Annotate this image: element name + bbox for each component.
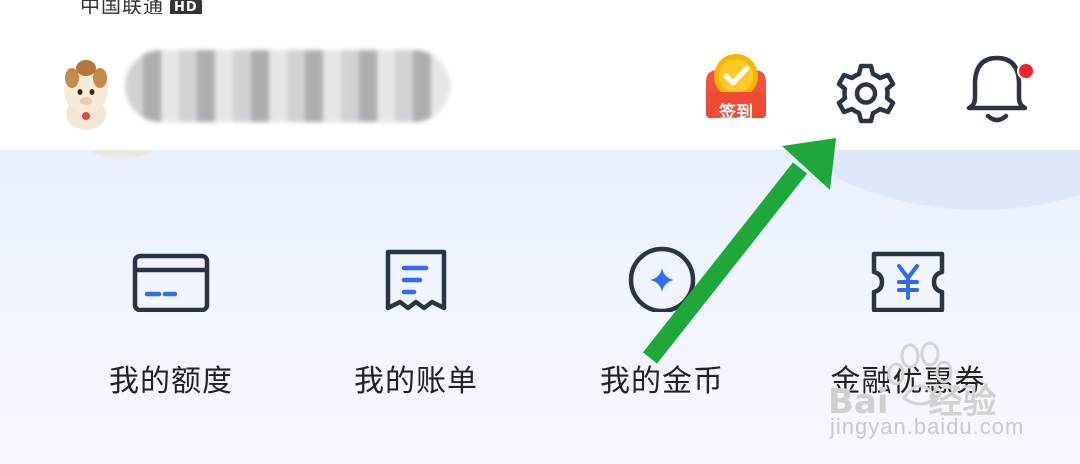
feature-label: 我的额度: [109, 364, 233, 399]
status-bar: 中国联通 HD: [0, 0, 1080, 14]
hd-badge: HD: [170, 0, 202, 14]
feature-my-bills[interactable]: 我的账单: [316, 242, 516, 400]
bill-icon: [385, 249, 447, 311]
feature-my-coins[interactable]: 我的金币: [562, 242, 762, 400]
feature-label: 我的账单: [354, 364, 478, 399]
carrier-name: 中国联通 HD: [80, 0, 202, 14]
checkin-label: 签到: [719, 103, 753, 123]
feature-label: 金融优惠券: [830, 364, 986, 399]
gear-icon[interactable]: [830, 58, 902, 130]
watermark-url: jingyan.baidu.com: [830, 414, 1025, 439]
feature-coupons[interactable]: 金融优惠券: [808, 242, 1008, 400]
profile-header: 签到: [0, 14, 1080, 150]
username-blurred: [125, 50, 450, 122]
checkin-button[interactable]: 签到: [700, 48, 772, 123]
feature-label: 我的金币: [600, 364, 724, 399]
notification-dot: [1017, 62, 1035, 80]
card-icon: [132, 253, 210, 312]
coin-icon: [628, 246, 696, 312]
avatar[interactable]: [58, 54, 114, 132]
avatar-shadow: [90, 150, 154, 158]
background-decoration: [700, 150, 1080, 210]
coupon-icon: [871, 251, 945, 312]
feature-my-credit[interactable]: 我的额度: [71, 242, 271, 400]
